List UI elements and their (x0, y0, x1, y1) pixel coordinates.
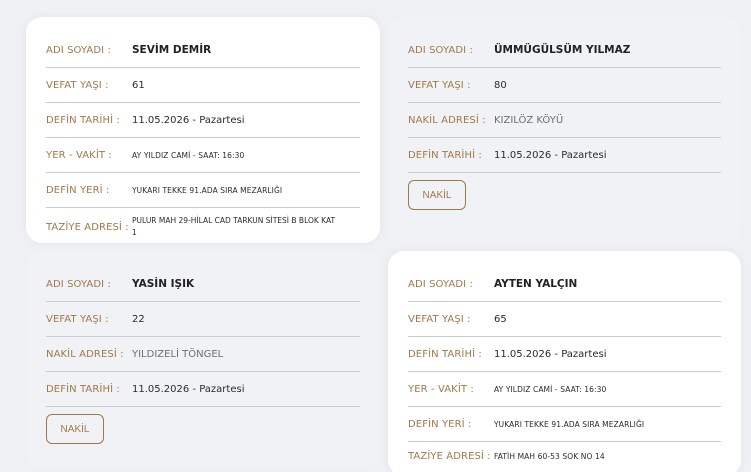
transfer-address-value: KIZILÖZ KÖYÜ (494, 114, 564, 126)
name-row: ADI SOYADI : YASİN IŞIK (46, 267, 360, 302)
condolence-address-label: TAZİYE ADRESİ : (46, 221, 129, 233)
condolence-address-label: TAZİYE ADRESİ : (408, 450, 491, 462)
age-label: VEFAT YAŞI : (46, 313, 109, 325)
name-label: ADI SOYADI : (46, 278, 111, 290)
obituary-list: ADI SOYADI : SEVİM DEMİR VEFAT YAŞI : 61… (0, 0, 751, 472)
place-time-value: AY YILDIZ CAMİ - SAAT: 16:30 (132, 150, 245, 160)
burial-place-value: YUKARI TEKKE 91.ADA SIRA MEZARLIĞI (132, 185, 283, 195)
burial-place-row: DEFİN YERİ : YUKARI TEKKE 91.ADA SIRA ME… (46, 173, 360, 208)
age-label: VEFAT YAŞI : (408, 79, 471, 91)
age-row: VEFAT YAŞI : 61 (46, 68, 360, 103)
age-row: VEFAT YAŞI : 22 (46, 302, 360, 337)
condolence-address-row: TAZİYE ADRESİ : PULUR MAH 29-HİLAL CAD T… (46, 208, 360, 246)
burial-date-row: DEFİN TARİHİ : 11.05.2026 - Pazartesi (408, 138, 721, 173)
burial-place-label: DEFİN YERİ : (408, 418, 472, 430)
burial-date-label: DEFİN TARİHİ : (408, 348, 482, 360)
age-value: 22 (132, 313, 145, 325)
age-value: 61 (132, 79, 145, 91)
name-value: AYTEN YALÇIN (494, 278, 578, 290)
burial-place-label: DEFİN YERİ : (46, 184, 110, 196)
burial-date-row: DEFİN TARİHİ : 11.05.2026 - Pazartesi (46, 103, 360, 138)
age-value: 65 (494, 313, 507, 325)
burial-date-value: 11.05.2026 - Pazartesi (494, 149, 607, 161)
burial-place-value: YUKARI TEKKE 91.ADA SIRA MEZARLIĞI (494, 419, 645, 429)
condolence-address-value: PULUR MAH 29-HİLAL CAD TARKUN SİTESİ B B… (132, 216, 336, 237)
burial-date-value: 11.05.2026 - Pazartesi (132, 383, 245, 395)
transfer-address-row: NAKİL ADRESİ : YILDIZELİ TÖNGEL (46, 337, 360, 372)
place-time-label: YER - VAKİT : (46, 149, 112, 161)
place-time-label: YER - VAKİT : (408, 383, 474, 395)
age-value: 80 (494, 79, 507, 91)
name-value: YASİN IŞIK (132, 278, 195, 290)
name-row: ADI SOYADI : AYTEN YALÇIN (408, 267, 721, 302)
burial-date-value: 11.05.2026 - Pazartesi (494, 348, 607, 360)
nakil-button[interactable]: NAKİL (408, 180, 466, 210)
place-time-value: AY YILDIZ CAMİ - SAAT: 16:30 (494, 384, 607, 394)
burial-place-row: DEFİN YERİ : YUKARI TEKKE 91.ADA SIRA ME… (408, 407, 721, 442)
burial-date-row: DEFİN TARİHİ : 11.05.2026 - Pazartesi (46, 372, 360, 407)
name-value: SEVİM DEMİR (132, 44, 212, 56)
obituary-card-ummugulsum-yilmaz: ADI SOYADI : ÜMMÜGÜLSÜM YILMAZ VEFAT YAŞ… (388, 17, 741, 243)
condolence-address-value: FATİH MAH 60-53 SOK NO 14 (494, 451, 605, 461)
burial-date-label: DEFİN TARİHİ : (46, 114, 120, 126)
condolence-address-row: TAZİYE ADRESİ : FATİH MAH 60-53 SOK NO 1… (408, 442, 721, 470)
burial-date-label: DEFİN TARİHİ : (46, 383, 120, 395)
name-row: ADI SOYADI : ÜMMÜGÜLSÜM YILMAZ (408, 33, 721, 68)
name-value: ÜMMÜGÜLSÜM YILMAZ (494, 44, 631, 56)
place-time-row: YER - VAKİT : AY YILDIZ CAMİ - SAAT: 16:… (408, 372, 721, 407)
transfer-address-row: NAKİL ADRESİ : KIZILÖZ KÖYÜ (408, 103, 721, 138)
age-row: VEFAT YAŞI : 80 (408, 68, 721, 103)
burial-date-label: DEFİN TARİHİ : (408, 149, 482, 161)
transfer-address-label: NAKİL ADRESİ : (46, 348, 124, 360)
nakil-button[interactable]: NAKİL (46, 414, 104, 444)
obituary-card-ayten-yalcin: ADI SOYADI : AYTEN YALÇIN VEFAT YAŞI : 6… (388, 251, 741, 472)
age-label: VEFAT YAŞI : (408, 313, 471, 325)
transfer-address-value: YILDIZELİ TÖNGEL (132, 348, 224, 360)
burial-date-value: 11.05.2026 - Pazartesi (132, 114, 245, 126)
name-label: ADI SOYADI : (408, 44, 473, 56)
name-label: ADI SOYADI : (408, 278, 473, 290)
place-time-row: YER - VAKİT : AY YILDIZ CAMİ - SAAT: 16:… (46, 138, 360, 173)
age-label: VEFAT YAŞI : (46, 79, 109, 91)
obituary-card-yasin-isik: ADI SOYADI : YASİN IŞIK VEFAT YAŞI : 22 … (26, 251, 380, 468)
name-row: ADI SOYADI : SEVİM DEMİR (46, 33, 360, 68)
obituary-card-sevim-demir: ADI SOYADI : SEVİM DEMİR VEFAT YAŞI : 61… (26, 17, 380, 243)
burial-date-row: DEFİN TARİHİ : 11.05.2026 - Pazartesi (408, 337, 721, 372)
name-label: ADI SOYADI : (46, 44, 111, 56)
transfer-address-label: NAKİL ADRESİ : (408, 114, 486, 126)
age-row: VEFAT YAŞI : 65 (408, 302, 721, 337)
